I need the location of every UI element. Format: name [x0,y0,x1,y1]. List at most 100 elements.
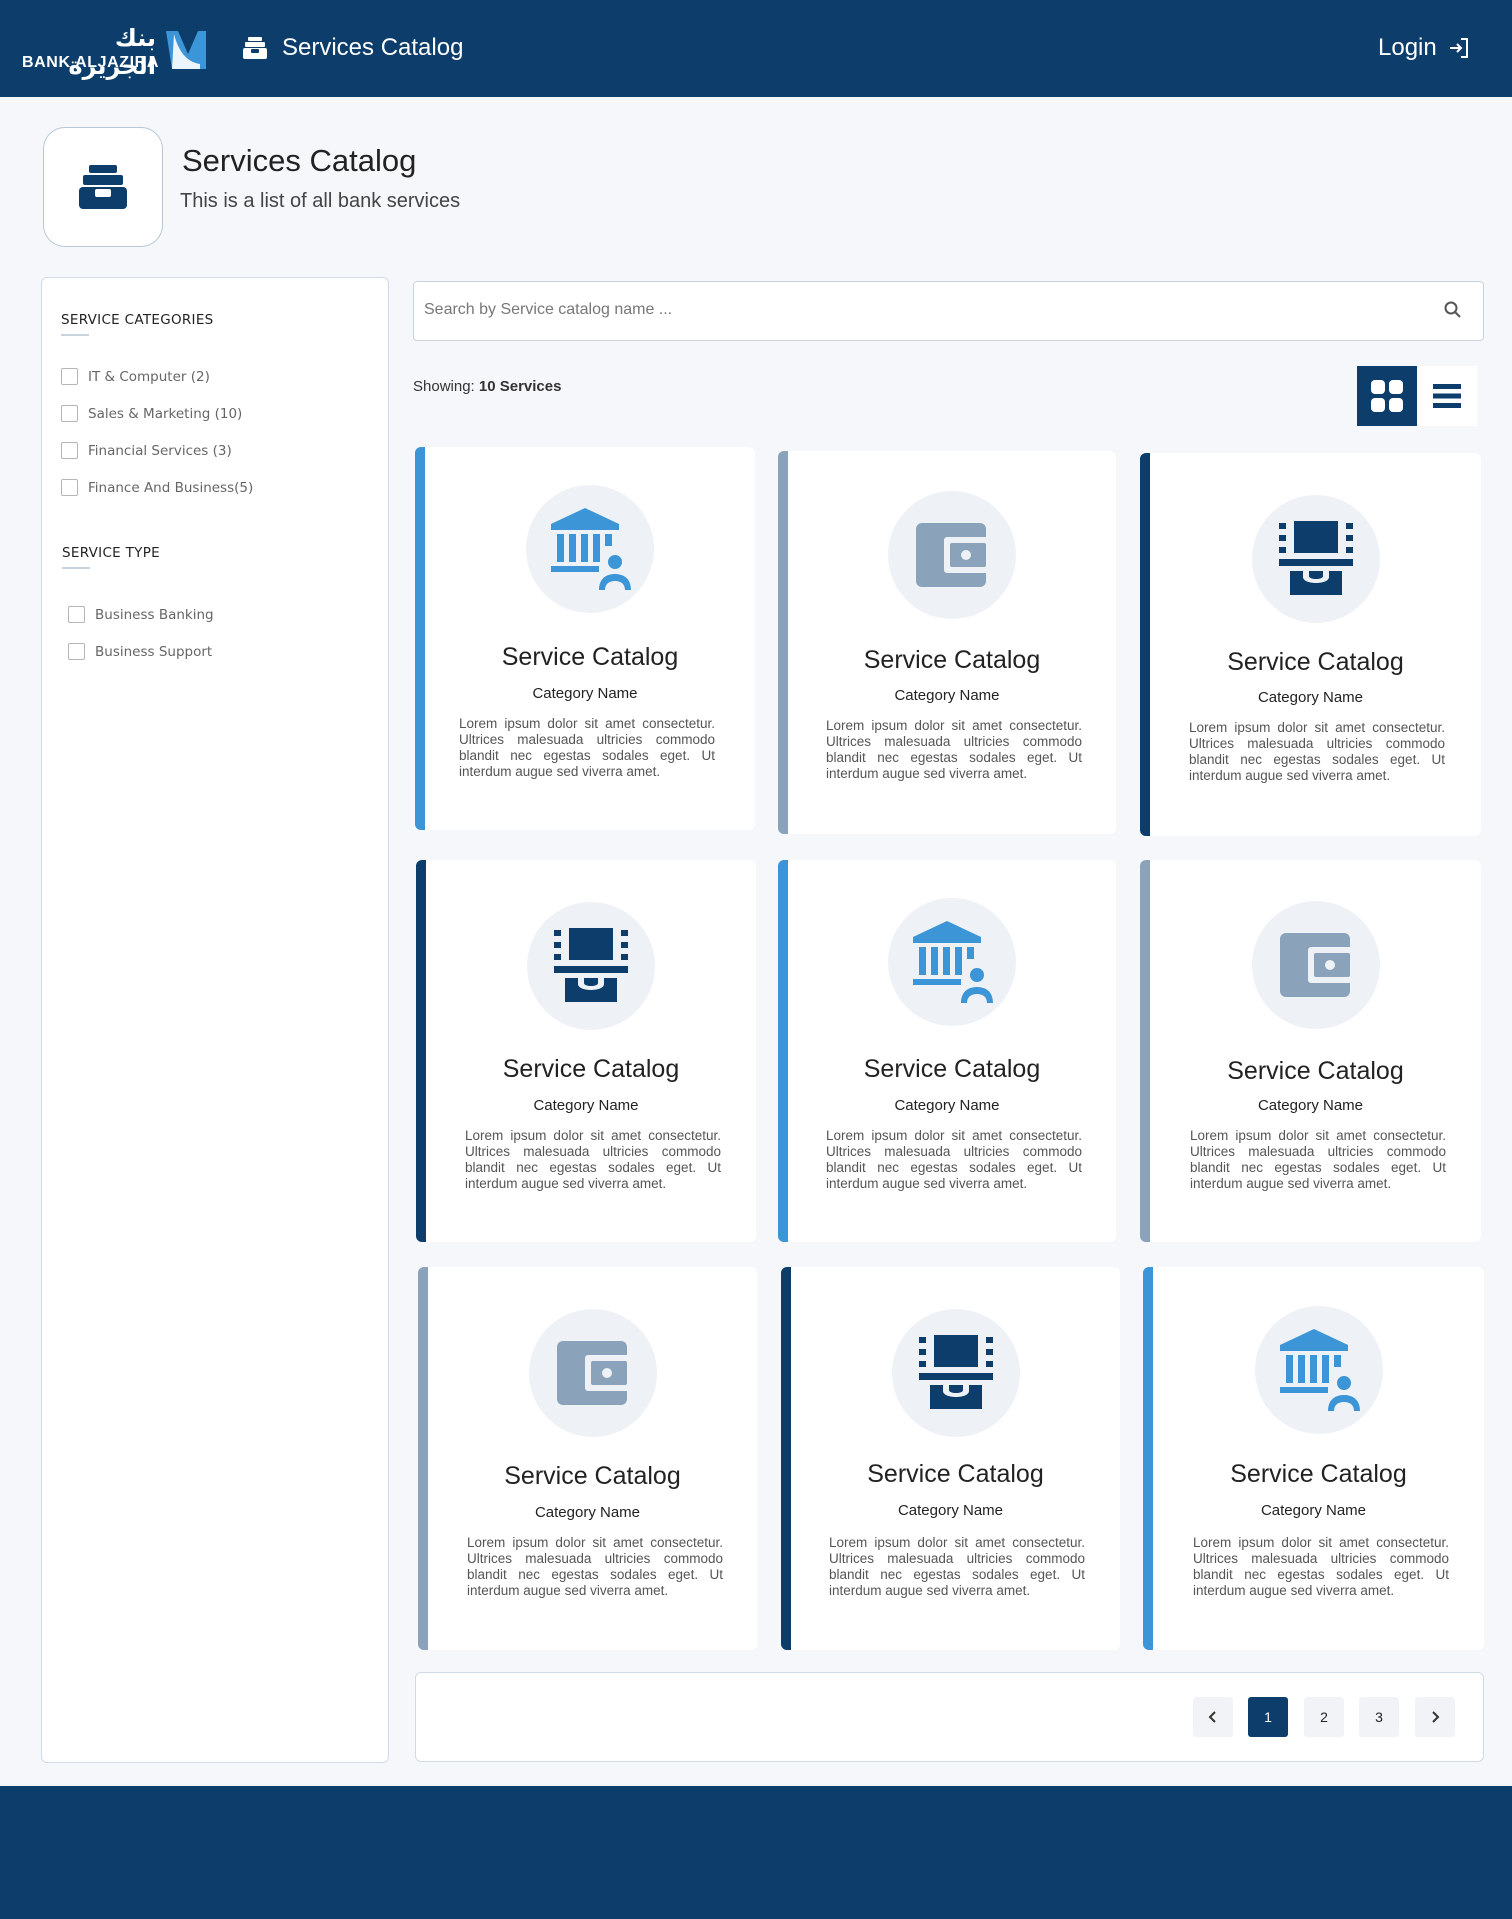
category-filter-it-computer[interactable]: IT & Computer (2) [61,368,210,385]
card-accent-bar [418,1267,428,1650]
category-filter-label: IT & Computer (2) [88,368,210,385]
card-category: Category Name [897,1502,1004,1519]
category-filter-finance-business[interactable]: Finance And Business(5) [61,479,253,496]
service-type-heading: SERVICE TYPE [62,545,160,569]
type-filter-label: Business Support [95,643,213,660]
card-category: Category Name [1257,689,1364,706]
next-page-button[interactable] [1415,1697,1455,1737]
card-description: Lorem ipsum dolor sit amet consectetur. … [459,716,715,779]
results-count-label: Showing: [413,378,475,395]
page-button-2[interactable]: 2 [1304,1697,1344,1737]
service-card[interactable]: Service Catalog Category Name Lorem ipsum … [1140,860,1481,1242]
service-card[interactable]: Service Catalog Category Name Lorem ipsum … [1140,453,1481,836]
grid-view-button[interactable] [1357,366,1417,426]
checkbox[interactable] [68,643,85,660]
card-category: Category Name [894,687,1000,704]
atm-icon [1251,495,1380,623]
card-description: Lorem ipsum dolor sit amet consectetur. … [1190,1128,1446,1191]
checkbox[interactable] [61,368,78,385]
results-count-value: 10 Services [478,378,562,395]
brand-english-name: BANK ALJAZIRA [22,54,159,71]
page-button-1[interactable]: 1 [1248,1697,1288,1737]
service-card[interactable]: Service Catalog Category Name Lorem ipsum … [778,860,1116,1242]
nav-title-label: Services Catalog [282,34,464,61]
list-view-button[interactable] [1417,366,1477,426]
card-accent-bar [778,860,788,1242]
card-description: Lorem ipsum dolor sit amet consectetur. … [826,1128,1082,1191]
type-filter-business-banking[interactable]: Business Banking [68,606,214,623]
view-toggle [1357,366,1478,426]
checkbox[interactable] [61,405,78,422]
service-card[interactable]: Service Catalog Category Name Lorem ipsum … [416,860,756,1242]
category-filter-financial-services[interactable]: Financial Services (3) [61,442,232,459]
previous-page-button[interactable] [1193,1697,1233,1737]
category-filter-label: Sales & Marketing (10) [88,405,243,422]
wallet-icon [528,1309,657,1437]
page-subtitle: This is a list of all bank services [180,190,461,212]
card-accent-bar [778,451,788,834]
page-icon-card [43,127,163,247]
catalog-icon [79,165,127,209]
card-title: Service Catalog [504,1462,681,1490]
checkbox[interactable] [68,606,85,623]
card-title: Service Catalog [1227,1057,1404,1085]
bank-logo[interactable]: بنك الجزيرة BANK ALJAZIRA [22,24,212,80]
card-description: Lorem ipsum dolor sit amet consectetur. … [1193,1535,1449,1598]
type-filter-business-support[interactable]: Business Support [68,643,212,660]
card-category: Category Name [532,685,638,702]
service-card[interactable]: Service Catalog Category Name Lorem ipsum … [778,451,1116,834]
card-accent-bar [1140,860,1150,1242]
search-input[interactable] [424,282,1414,338]
checkbox[interactable] [61,479,78,496]
checkbox[interactable] [61,442,78,459]
card-title: Service Catalog [501,643,679,671]
category-filter-label: Finance And Business(5) [88,479,254,496]
card-category: Category Name [533,1097,639,1114]
service-card[interactable]: Service Catalog Category Name Lorem ipsum … [781,1267,1120,1650]
chevron-right-icon [1432,1711,1440,1723]
card-title: Service Catalog [863,1055,1041,1083]
wallet-icon [888,491,1016,619]
card-accent-bar [781,1267,791,1650]
card-description: Lorem ipsum dolor sit amet consectetur. … [829,1535,1085,1598]
card-title: Service Catalog [1227,648,1404,676]
catalog-icon [243,37,267,59]
category-filter-sales-marketing[interactable]: Sales & Marketing (10) [61,405,242,422]
service-card[interactable]: Service Catalog Category Name Lorem ipsum … [415,447,755,830]
brand-mark-icon [166,31,206,69]
card-title: Service Catalog [863,646,1041,674]
search-bar [413,281,1484,341]
card-category: Category Name [1257,1097,1364,1114]
card-category: Category Name [1260,1502,1367,1519]
grid-icon [1371,380,1403,412]
search-icon[interactable] [1443,300,1463,320]
filter-sidebar: SERVICE CATEGORIES IT & Computer (2) Sal… [41,277,389,1763]
service-card[interactable]: Service Catalog Category Name Lorem ipsum … [418,1267,757,1650]
service-card[interactable]: Service Catalog Category Name Lorem ipsum … [1143,1267,1484,1650]
login-button[interactable]: Login [1378,30,1471,66]
bank-user-icon [888,898,1016,1026]
card-description: Lorem ipsum dolor sit amet consectetur. … [467,1535,723,1598]
results-count: Showing: 10 Services [413,378,561,395]
wallet-icon [1251,901,1380,1029]
list-icon [1433,384,1461,408]
top-navbar: بنك الجزيرة BANK ALJAZIRA Services Catal… [0,0,1512,97]
nav-title[interactable]: Services Catalog [242,30,463,66]
card-description: Lorem ipsum dolor sit amet consectetur. … [826,718,1082,781]
atm-icon [527,902,655,1030]
page-button-3[interactable]: 3 [1359,1697,1399,1737]
card-accent-bar [1140,453,1150,836]
pagination: 1 2 3 [415,1672,1484,1762]
atm-icon [891,1309,1020,1437]
card-accent-bar [415,447,425,830]
card-title: Service Catalog [502,1055,680,1083]
footer [0,1786,1512,1919]
chevron-left-icon [1208,1711,1216,1723]
card-description: Lorem ipsum dolor sit amet consectetur. … [1189,720,1445,783]
card-title: Service Catalog [1230,1460,1407,1488]
login-icon [1449,38,1468,58]
service-categories-heading: SERVICE CATEGORIES [61,312,214,336]
card-accent-bar [1143,1267,1153,1650]
card-category: Category Name [894,1097,1000,1114]
login-label: Login [1378,34,1437,61]
